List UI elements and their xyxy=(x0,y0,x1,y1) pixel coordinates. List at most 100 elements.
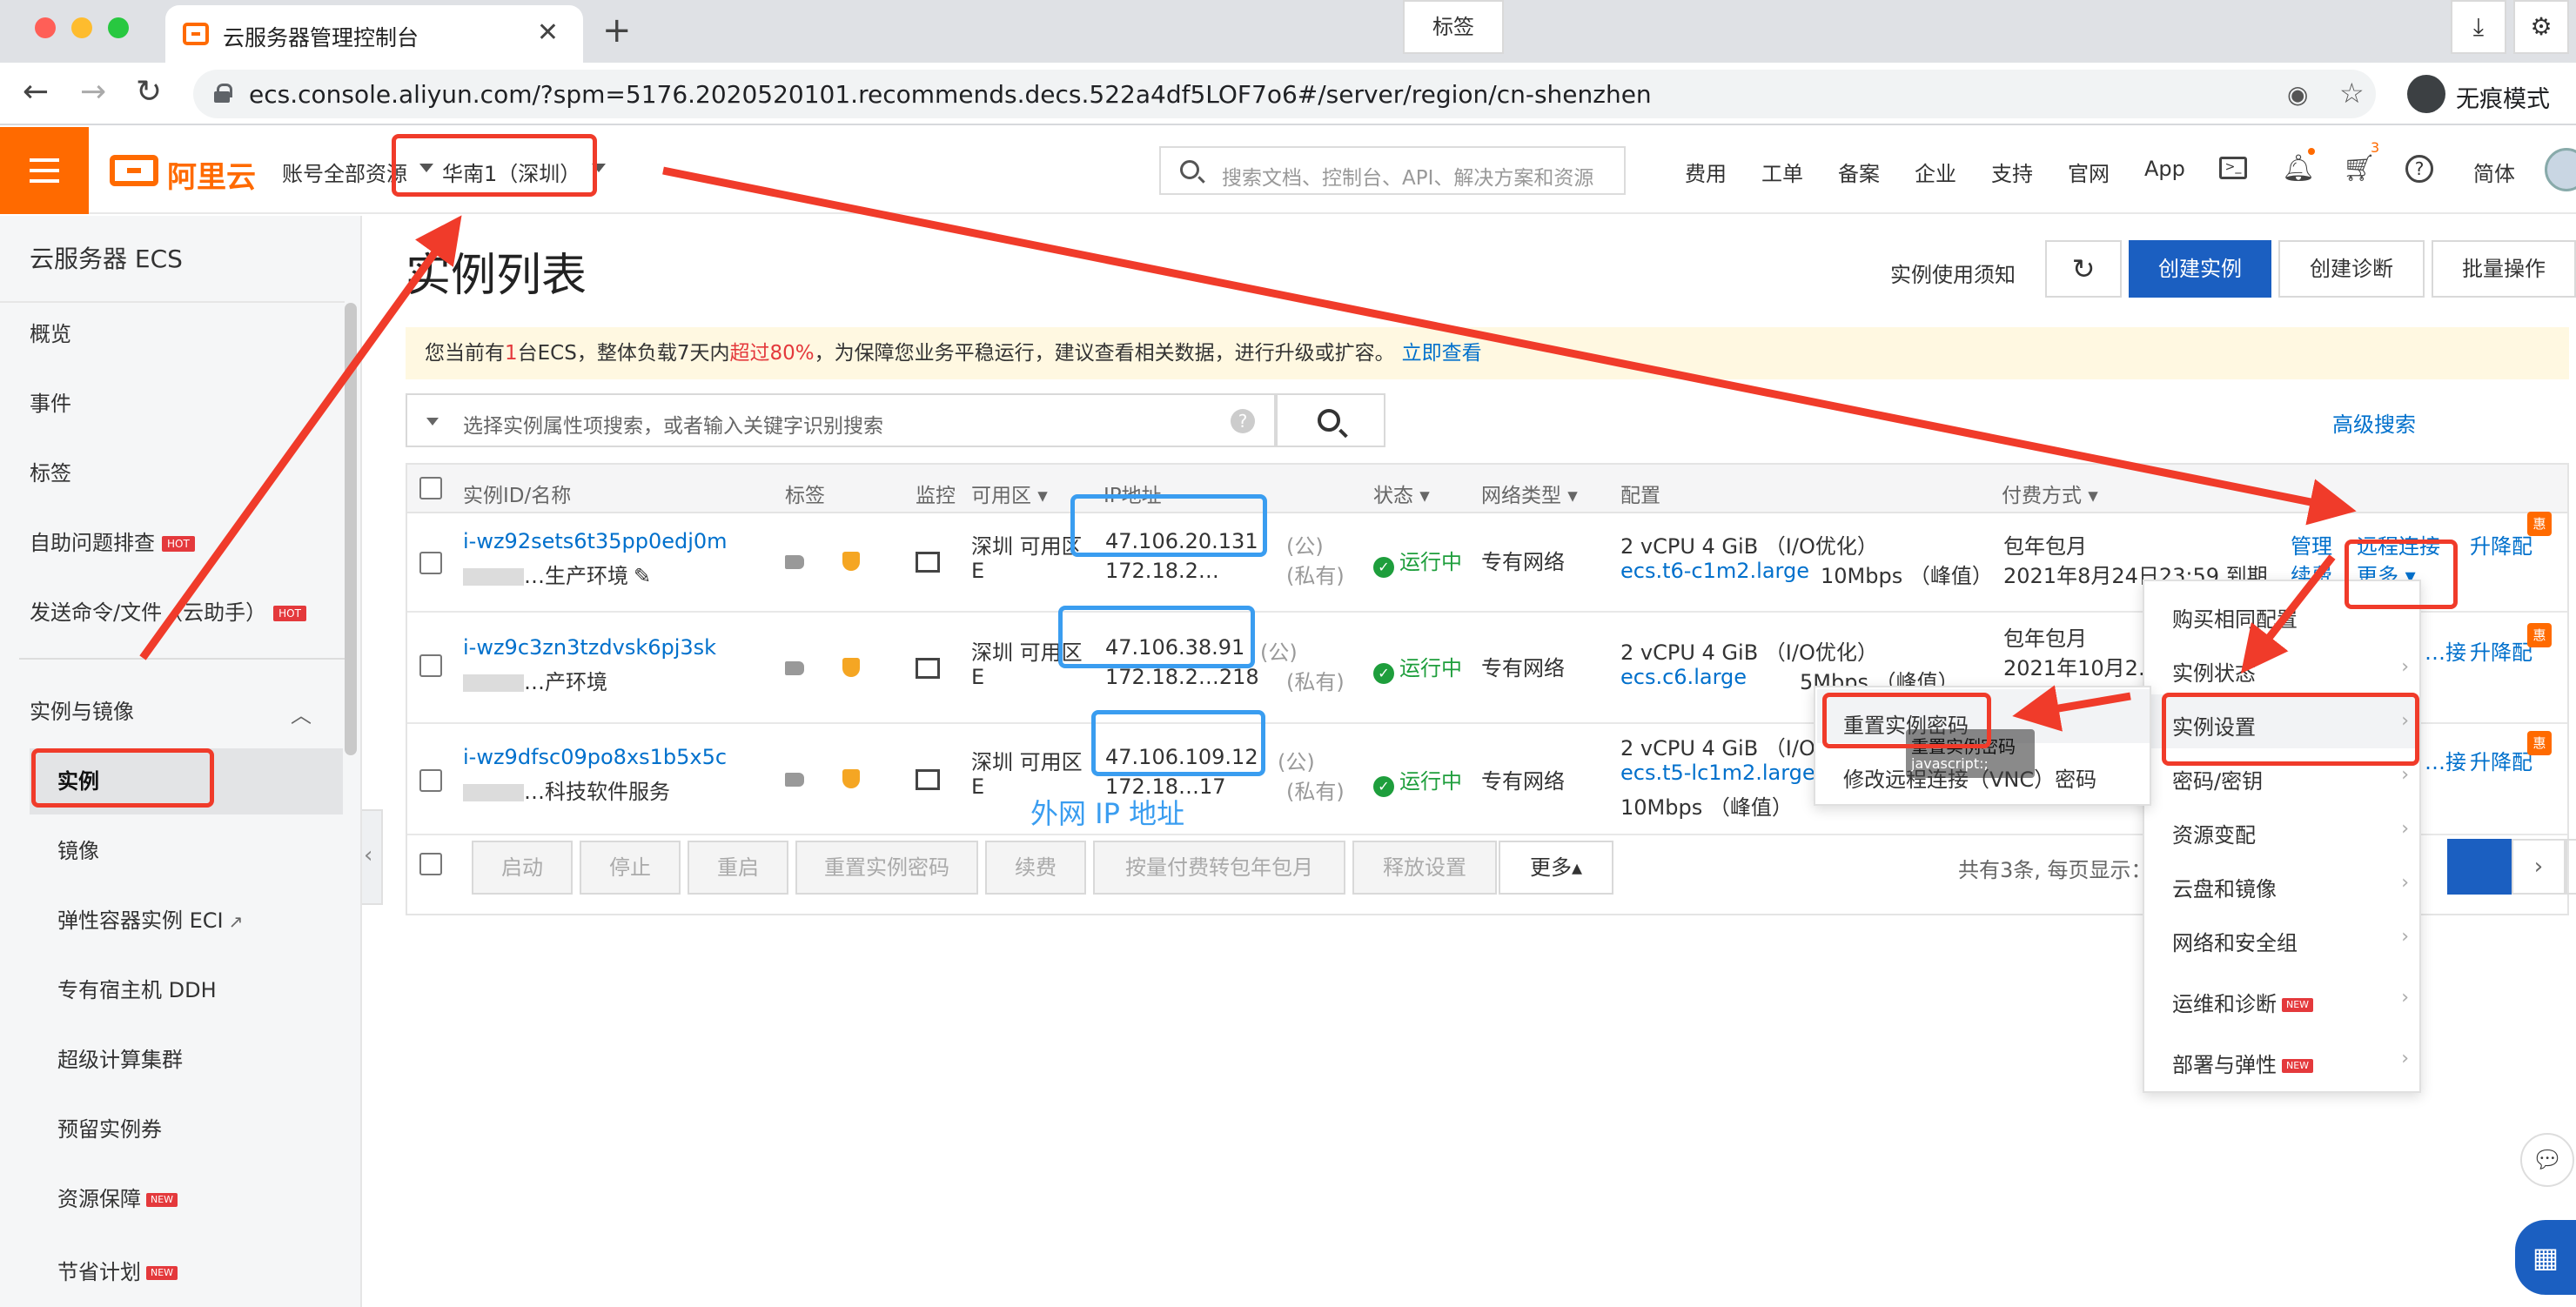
chevron-up-icon[interactable]: ︿ xyxy=(291,698,312,728)
sidebar-item-send-command[interactable]: 发送命令/文件（云助手） HOT xyxy=(30,595,306,626)
url-bar[interactable]: ecs.console.aliyun.com/?spm=5176.2020520… xyxy=(193,70,2376,118)
reload-icon[interactable]: ↻ xyxy=(136,75,162,110)
download-button[interactable]: ⤓ xyxy=(2451,0,2506,54)
language-switch[interactable]: 简体 xyxy=(2473,157,2515,187)
security-shield-icon[interactable] xyxy=(842,552,860,571)
sidebar-item-images[interactable]: 镜像 xyxy=(57,834,99,864)
global-search-input[interactable]: 搜索文档、控制台、API、解决方案和资源 xyxy=(1159,146,1626,195)
close-window-icon[interactable] xyxy=(35,17,56,38)
instance-id-link[interactable]: i-wz92sets6t35pp0edj0m xyxy=(463,529,728,553)
refresh-button[interactable]: ↻ xyxy=(2045,240,2122,298)
reset-password-button[interactable]: 重置实例密码 xyxy=(795,841,978,895)
start-button[interactable]: 启动 xyxy=(472,841,573,895)
new-tab-icon[interactable]: + xyxy=(602,10,632,50)
create-diagnosis-button[interactable]: 创建诊断 xyxy=(2278,240,2425,298)
nav-icp[interactable]: 备案 xyxy=(1838,157,1880,187)
sidebar-item-scc[interactable]: 超级计算集群 xyxy=(57,1042,183,1073)
account-selector[interactable]: 账号全部资源 xyxy=(282,157,407,187)
zoom-window-icon[interactable] xyxy=(108,17,129,38)
menu-item-disk-image[interactable]: 云盘和镜像 xyxy=(2172,872,2277,902)
apps-grid-icon[interactable]: ▦ xyxy=(2515,1220,2576,1295)
private-ip[interactable]: 172.18.2… xyxy=(1105,559,1219,583)
last-page-button[interactable]: » xyxy=(2566,839,2576,895)
tag-icon[interactable] xyxy=(785,555,804,569)
instance-type[interactable]: ecs.t5-lc1m2.large xyxy=(1620,761,1815,785)
remote-connect-link[interactable]: …接 xyxy=(2425,745,2466,775)
nav-app[interactable]: App xyxy=(2144,157,2185,181)
monitor-icon[interactable] xyxy=(916,658,940,679)
security-shield-icon[interactable] xyxy=(842,769,860,788)
restart-button[interactable]: 重启 xyxy=(688,841,788,895)
security-shield-icon[interactable] xyxy=(842,658,860,677)
tag-icon[interactable] xyxy=(785,661,804,675)
avatar[interactable] xyxy=(2545,148,2576,191)
incognito-profile[interactable]: 无痕模式 xyxy=(2402,71,2567,117)
upgrade-link[interactable]: 升降配 xyxy=(2470,635,2532,666)
upgrade-link[interactable]: 升降配 xyxy=(2470,745,2532,775)
sidebar-item-capacity[interactable]: 资源保障 NEW xyxy=(57,1182,178,1212)
column-header-billing[interactable]: 付费方式 ▾ xyxy=(2002,479,2098,508)
instance-id-link[interactable]: i-wz9dfsc09po8xs1b5x5c xyxy=(463,745,727,769)
batch-operations-button[interactable]: 批量操作 xyxy=(2432,240,2576,298)
chat-icon[interactable]: 💬︎ xyxy=(2520,1133,2574,1187)
sidebar-item-eci[interactable]: 弹性容器实例 ECI ↗ xyxy=(57,903,243,934)
menu-item-buy-same[interactable]: 购买相同配置 xyxy=(2172,602,2298,633)
browser-tab[interactable]: 云服务器管理控制台 ✕ xyxy=(165,5,583,63)
instance-type[interactable]: ecs.t6-c1m2.large xyxy=(1620,559,1809,583)
next-page-button[interactable]: › xyxy=(2512,839,2566,895)
instance-filter-input[interactable]: 选择实例属性项搜索，或者输入关键字识别搜索 ? xyxy=(406,393,1276,447)
help-icon[interactable]: ? xyxy=(2405,155,2433,183)
nav-tickets[interactable]: 工单 xyxy=(1761,157,1803,187)
help-icon[interactable]: ? xyxy=(1231,409,1255,433)
view-now-link[interactable]: 立即查看 xyxy=(1402,342,1482,365)
caret-down-icon[interactable] xyxy=(426,418,439,432)
sidebar-item-troubleshoot[interactable]: 自助问题排查 HOT xyxy=(30,526,195,556)
tag-filter-button[interactable]: 标签 xyxy=(1403,0,1504,54)
close-tab-icon[interactable]: ✕ xyxy=(537,17,559,48)
renew-button[interactable]: 续费 xyxy=(985,841,1086,895)
sidebar-item-events[interactable]: 事件 xyxy=(30,386,71,417)
sidebar-scrollbar[interactable] xyxy=(345,303,357,755)
aliyun-logo[interactable]: 阿里云 xyxy=(110,151,258,195)
url-text[interactable]: ecs.console.aliyun.com/?spm=5176.2020520… xyxy=(249,80,1652,109)
nav-enterprise[interactable]: 企业 xyxy=(1915,157,1956,187)
private-ip[interactable]: 172.18.2…218 xyxy=(1105,665,1259,689)
nav-support[interactable]: 支持 xyxy=(1991,157,2033,187)
forward-icon[interactable]: → xyxy=(80,75,106,110)
upgrade-link[interactable]: 升降配 xyxy=(2470,529,2532,560)
create-instance-button[interactable]: 创建实例 xyxy=(2129,240,2271,298)
sidebar-item-savings-plan[interactable]: 节省计划 NEW xyxy=(57,1255,178,1285)
select-all-checkbox[interactable] xyxy=(419,853,442,875)
bell-icon[interactable]: 🔔︎ xyxy=(2282,153,2315,184)
instance-type[interactable]: ecs.c6.large xyxy=(1620,665,1747,689)
eye-off-icon[interactable]: ◉ xyxy=(2287,80,2308,109)
instance-usage-notes-link[interactable]: 实例使用须知 xyxy=(1890,258,2016,288)
back-icon[interactable]: ← xyxy=(23,75,49,110)
menu-item-network-security[interactable]: 网络和安全组 xyxy=(2172,926,2298,956)
edit-icon[interactable]: ✎ xyxy=(634,564,651,588)
column-header[interactable]: 实例ID/名称 xyxy=(463,479,571,508)
stop-button[interactable]: 停止 xyxy=(580,841,681,895)
menu-item-ops-diagnosis[interactable]: 运维和诊断 NEW xyxy=(2172,987,2314,1017)
row-checkbox[interactable] xyxy=(419,769,442,792)
menu-item-deploy-elastic[interactable]: 部署与弹性 NEW xyxy=(2172,1048,2314,1078)
row-checkbox[interactable] xyxy=(419,654,442,677)
convert-billing-button[interactable]: 按量付费转包年包月 xyxy=(1093,841,1345,895)
menu-icon[interactable] xyxy=(0,127,89,214)
tag-icon[interactable] xyxy=(785,773,804,787)
lock-icon[interactable] xyxy=(214,84,232,103)
select-all-checkbox[interactable] xyxy=(419,477,442,499)
minimize-window-icon[interactable] xyxy=(71,17,92,38)
release-settings-button[interactable]: 释放设置 xyxy=(1352,841,1497,895)
column-header-zone[interactable]: 可用区 ▾ xyxy=(971,479,1048,508)
terminal-icon[interactable]: >_ xyxy=(2219,157,2247,179)
sidebar-item-reserved[interactable]: 预留实例券 xyxy=(57,1112,162,1143)
settings-button[interactable]: ⚙ xyxy=(2513,0,2569,54)
more-actions-button[interactable]: 更多▴ xyxy=(1499,841,1613,895)
sidebar-item-overview[interactable]: 概览 xyxy=(30,317,71,347)
monitor-icon[interactable] xyxy=(916,552,940,573)
menu-item-instance-status[interactable]: 实例状态 xyxy=(2172,656,2256,687)
row-checkbox[interactable] xyxy=(419,552,442,574)
search-button[interactable] xyxy=(1276,393,1385,447)
column-header-network[interactable]: 网络类型 ▾ xyxy=(1481,479,1578,508)
